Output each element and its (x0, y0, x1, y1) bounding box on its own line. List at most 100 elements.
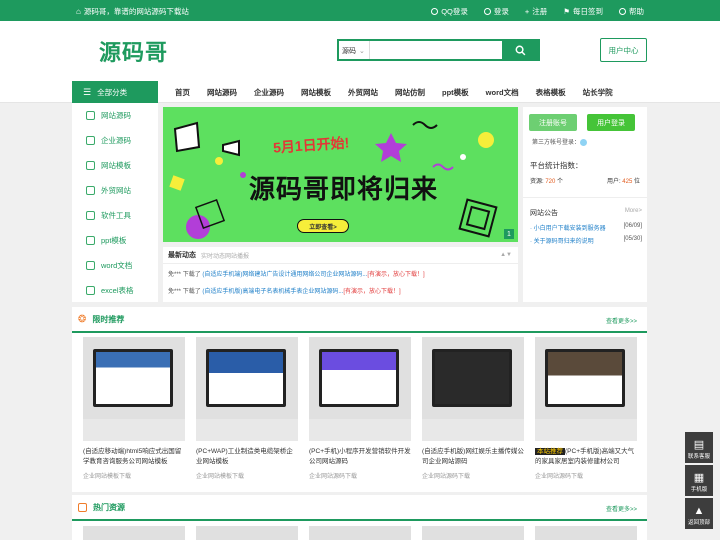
all-categories-button[interactable]: ☰ 全部分类 (72, 81, 158, 103)
hot-header: 热门资源 查看更多>> (72, 495, 647, 521)
recommend-badge: 本站推荐 (535, 448, 565, 455)
help-icon (619, 8, 626, 15)
top-links: QQ登录 登录 + 注册 ⚑ 每日签到 帮助 (431, 6, 644, 17)
sidebar-item-site-source[interactable]: 网站源码 (72, 103, 158, 128)
slogan: ⌂ 源码哥，靠谱的网站源码下载站 (76, 6, 189, 17)
limited-section: ❂ 限时推荐 查看更多>> (自适应移动端)html5响应式出国留学教育咨询服务… (72, 307, 647, 492)
news-ticker: 最新动态 实时动态网站播报 ▲▼ 免*** 下载了 (自适应手机端)网络建站广告… (163, 247, 518, 302)
top-bar: ⌂ 源码哥，靠谱的网站源码下载站 QQ登录 登录 + 注册 ⚑ 每日签到 帮助 (0, 0, 720, 21)
checkin-link[interactable]: ⚑ 每日签到 (563, 6, 603, 17)
help-link[interactable]: 帮助 (619, 6, 644, 17)
qq-login-link[interactable]: QQ登录 (431, 6, 468, 17)
hot-card[interactable] (535, 526, 637, 540)
hot-card-row (83, 526, 637, 540)
card-thumbnail (535, 337, 637, 441)
float-top-button[interactable]: ▲ 返回顶部 (685, 498, 713, 529)
category-sidebar: 网站源码 企业源码 网站模板 外贸网站 软件工具 ppt模板 word文档 ex… (72, 103, 158, 302)
main-nav: ☰ 全部分类 首页 网站源码 企业源码 网站模板 外贸网站 网站仿制 ppt模板… (0, 79, 720, 103)
flag-icon: ⚑ (563, 7, 570, 16)
nav-item-site-source[interactable]: 网站源码 (207, 87, 237, 98)
nav-item-excel[interactable]: 表格模板 (536, 87, 566, 98)
nav-item-site-clone[interactable]: 网站仿制 (395, 87, 425, 98)
nav-item-home[interactable]: 首页 (175, 87, 190, 98)
card-thumbnail (83, 337, 185, 441)
limited-more-link[interactable]: 查看更多>> (606, 316, 637, 325)
sidebar-item-site-template[interactable]: 网站模板 (72, 153, 158, 178)
news-row[interactable]: 免*** 下载了 (自适应手机端)网络建站广告设计通用网络公司企业网站源码...… (163, 264, 518, 278)
news-subtitle: 实时动态网站播报 (201, 253, 250, 260)
nav-item-word[interactable]: word文档 (486, 87, 519, 98)
sidebar-item-excel[interactable]: excel表格 (72, 278, 158, 303)
banner-page-indicator[interactable]: 1 (504, 229, 514, 239)
ppt-icon (86, 236, 95, 245)
sidebar-item-word[interactable]: word文档 (72, 253, 158, 278)
resource-card[interactable]: 本站推荐 (PC+手机版)高端又大气的家具家居室内装修建材公司 企业网站源码下载 (535, 337, 637, 480)
sidebar-item-ppt[interactable]: ppt模板 (72, 228, 158, 253)
nav-item-ppt[interactable]: ppt模板 (442, 87, 469, 98)
banner-view-button[interactable]: 立即查看> (297, 219, 349, 233)
fire-icon: ❂ (78, 313, 87, 325)
resource-card[interactable]: (PC+手机)小程序开发营销软件开发公司网站源码 企业网站源码下载 (309, 337, 411, 480)
user-center-button[interactable]: 用户中心 (600, 38, 647, 62)
nav-item-academy[interactable]: 站长学院 (583, 87, 613, 98)
home-icon: ⌂ (76, 7, 81, 16)
template-icon (86, 161, 95, 170)
stats-title: 平台统计指数： (530, 161, 583, 170)
sidebar-item-trade-site[interactable]: 外贸网站 (72, 178, 158, 203)
qq-icon[interactable] (580, 138, 588, 146)
tools-icon (86, 211, 95, 220)
hot-more-link[interactable]: 查看更多>> (606, 504, 637, 513)
user-icon (483, 8, 491, 15)
card-thumbnail (422, 337, 524, 441)
news-nav-arrows[interactable]: ▲▼ (500, 252, 512, 258)
slogan-text: 源码哥，靠谱的网站源码下载站 (83, 7, 189, 16)
divider (523, 197, 647, 198)
hot-section: 热门资源 查看更多>> (72, 495, 647, 540)
resource-card[interactable]: (PC+WAP)工业制造类电缆架桥企业网站模板 企业网站模板下载 (196, 337, 298, 480)
site-logo[interactable]: 源码哥 (99, 35, 168, 67)
nav-item-trade-site[interactable]: 外贸网站 (348, 87, 378, 98)
globe-icon (86, 186, 95, 195)
hot-card[interactable] (83, 526, 185, 540)
hot-icon (78, 502, 87, 512)
register-button[interactable]: 注册账号 (529, 114, 577, 131)
hot-card[interactable] (196, 526, 298, 540)
search-button[interactable] (502, 41, 538, 59)
stats-numbers: 资源: 720 个 用户: 425 位 (530, 179, 640, 185)
news-row[interactable]: 免*** 下载了 (自适应手机版)高端电子名表机械手表企业网站源码...[有演示… (163, 278, 518, 295)
float-mobile-button[interactable]: ▦ 手机版 (685, 465, 713, 496)
login-link[interactable]: 登录 (483, 6, 509, 17)
limited-header: ❂ 限时推荐 查看更多>> (72, 307, 647, 333)
nav-items: 首页 网站源码 企业源码 网站模板 外贸网站 网站仿制 ppt模板 word文档… (175, 87, 630, 98)
card-thumbnail (309, 337, 411, 441)
sidebar-item-enterprise-source[interactable]: 企业源码 (72, 128, 158, 153)
users-count: 425 (622, 179, 633, 185)
notice-header: 网站公告 More> (530, 208, 642, 218)
resource-card[interactable]: (自适应手机版)网红娱乐主播传媒公司企业网站源码 企业网站源码下载 (422, 337, 524, 480)
source-icon (86, 111, 95, 120)
login-button[interactable]: 用户登录 (587, 114, 635, 131)
hot-card[interactable] (422, 526, 524, 540)
chat-icon: ▤ (693, 439, 705, 451)
notice-item[interactable]: · 关于源码哥归来的说明 [05/30] (530, 236, 642, 245)
notice-item[interactable]: · 小白用户下载安装到服务器 [06/09] (530, 223, 642, 232)
search-box: 源码 ⌄ (337, 39, 540, 61)
register-link[interactable]: + 注册 (525, 6, 547, 17)
notice-more-link[interactable]: More> (625, 208, 642, 218)
search-type-select[interactable]: 源码 ⌄ (339, 41, 370, 59)
account-panel: 注册账号 用户登录 第三方帐号登录： 平台统计指数： 资源: 720 个 用户:… (523, 107, 647, 302)
list-icon: ☰ (83, 86, 92, 97)
news-header: 最新动态 实时动态网站播报 ▲▼ (163, 247, 518, 264)
nav-item-enterprise-source[interactable]: 企业源码 (254, 87, 284, 98)
news-title: 最新动态 (168, 252, 196, 259)
float-service-button[interactable]: ▤ 联系客服 (685, 432, 713, 463)
resource-card[interactable]: (自适应移动端)html5响应式出国留学教育咨询服务公司网站模板 企业网站模板下… (83, 337, 185, 480)
search-icon (515, 45, 525, 55)
plus-icon: + (524, 7, 530, 16)
rocket-icon: ▲ (693, 505, 705, 517)
sidebar-item-tools[interactable]: 软件工具 (72, 203, 158, 228)
nav-item-site-template[interactable]: 网站模板 (301, 87, 331, 98)
promo-banner[interactable]: 5月1日开始! 源码哥即将归来 立即查看> 1 (163, 107, 518, 242)
hot-card[interactable] (309, 526, 411, 540)
third-party-login: 第三方帐号登录： (532, 137, 588, 146)
